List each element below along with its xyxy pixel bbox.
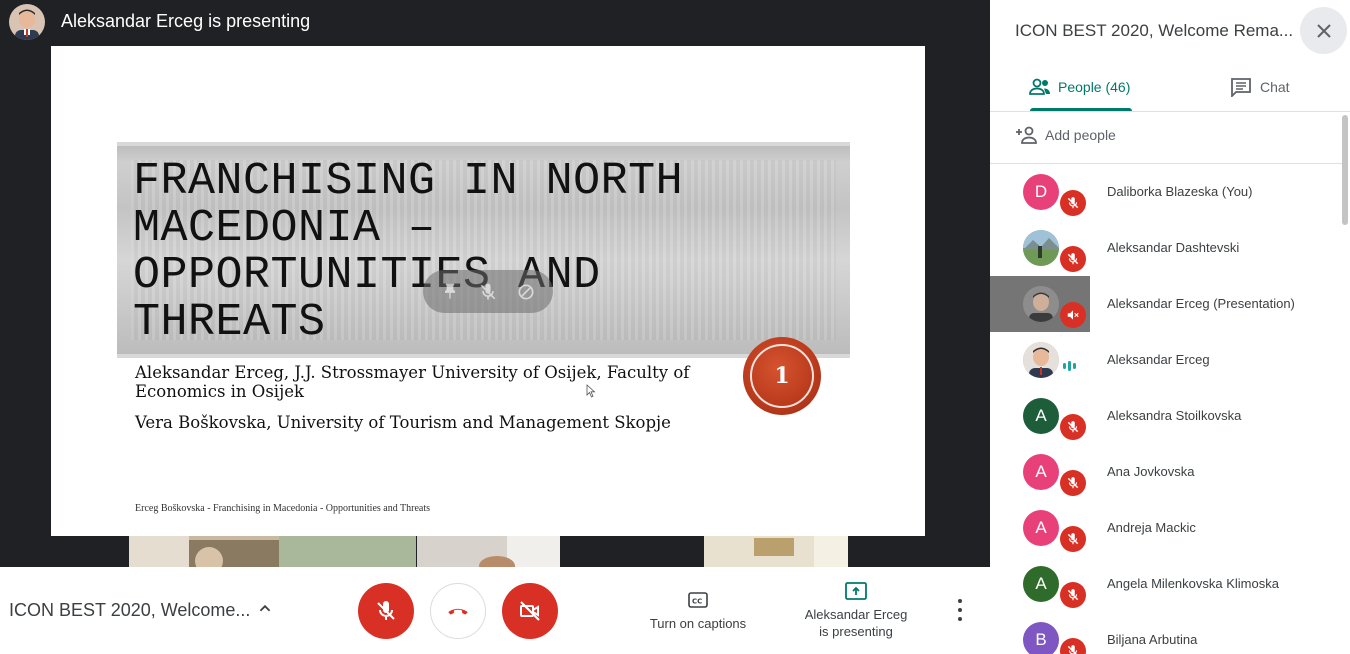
participant-name: Biljana Arbutina (1107, 632, 1198, 647)
mic-muted-icon (1060, 190, 1086, 216)
slide-title-line-1: FRANCHISING IN NORTH (133, 156, 684, 207)
add-people-label: Add people (1045, 127, 1116, 143)
participant-row[interactable]: D Daliborka Blazeska (You) (990, 164, 1342, 220)
audio-muted-icon (1060, 302, 1086, 328)
participant-name: Aleksandar Erceg (1107, 352, 1210, 367)
panel-scrollbar[interactable] (1342, 115, 1348, 225)
presenting-label-line-1: Aleksandar Erceg (804, 607, 908, 622)
avatar: A (1023, 566, 1059, 602)
people-icon (1029, 78, 1050, 95)
captions-label: Turn on captions (649, 616, 747, 631)
slide-footer: Erceg Boškovska - Franchising in Macedon… (135, 503, 431, 514)
avatar: B (1023, 622, 1059, 654)
avatar: D (1023, 174, 1059, 210)
pin-icon[interactable] (439, 281, 461, 303)
active-tab-indicator (1030, 108, 1132, 111)
participant-name: Andreja Mackic (1107, 520, 1196, 535)
presentation-stage: Aleksandar Erceg is presenting FRANCHISI… (0, 0, 990, 567)
presentation-button[interactable]: Aleksandar Erceg is presenting (796, 582, 916, 640)
participant-thumbnail[interactable] (704, 536, 848, 567)
more-options-button[interactable] (950, 597, 970, 623)
leave-call-button[interactable] (430, 583, 486, 639)
participant-name: Ana Jovkovska (1107, 464, 1195, 479)
slide-page-seal: 1 (743, 337, 821, 415)
slide-page-number: 1 (774, 363, 790, 389)
avatar (1023, 342, 1059, 378)
mic-muted-icon (1060, 582, 1086, 608)
camera-toggle-button[interactable] (502, 583, 558, 639)
presenter-bar: Aleksandar Erceg is presenting (0, 0, 990, 46)
participant-thumbnail[interactable] (417, 536, 560, 567)
participant-name: Angela Milenkovska Klimoska (1107, 576, 1279, 591)
presentation-overlay-controls (423, 270, 553, 313)
tab-people[interactable]: People (46) (1028, 62, 1130, 112)
present-screen-icon (845, 582, 867, 600)
mic-muted-icon (1060, 246, 1086, 272)
avatar (1023, 230, 1059, 266)
people-list: D Daliborka Blazeska (You) Aleksandar Dash… (990, 164, 1342, 654)
close-panel-button[interactable] (1300, 7, 1347, 54)
mute-participant-icon[interactable] (477, 281, 499, 303)
hang-up-icon (448, 608, 468, 615)
slide-title-line-4: THREATS (133, 297, 326, 348)
call-controls-bar: ICON BEST 2020, Welcome... CC Turn on ca… (0, 567, 990, 654)
camera-off-icon (520, 601, 540, 621)
avatar: A (1023, 510, 1059, 546)
participant-name: Aleksandar Dashtevski (1107, 240, 1240, 255)
avatar: A (1023, 454, 1059, 490)
participant-name: Aleksandra Stoilkovska (1107, 408, 1242, 423)
participant-name: Daliborka Blazeska (You) (1107, 184, 1253, 199)
slide-author-line-3: Vera Boškovska, University of Tourism an… (135, 413, 671, 432)
panel-title: ICON BEST 2020, Welcome Rema... (1015, 21, 1294, 40)
chevron-up-icon[interactable] (254, 597, 276, 619)
add-people-button[interactable]: Add people (1015, 125, 1116, 145)
mic-off-icon (377, 601, 395, 620)
captions-button[interactable]: CC Turn on captions (640, 591, 756, 632)
avatar (1023, 286, 1059, 322)
tab-people-label: People (46) (1058, 79, 1131, 95)
participant-row[interactable]: A Angela Milenkovska Klimoska (990, 556, 1342, 612)
mic-muted-icon (1060, 470, 1086, 496)
participant-row[interactable]: Aleksandar Dashtevski (990, 220, 1342, 276)
meeting-title[interactable]: ICON BEST 2020, Welcome... (9, 600, 250, 621)
microphone-toggle-button[interactable] (358, 583, 414, 639)
slide-author-line-2: Economics in Osijek (135, 382, 304, 401)
participant-row[interactable]: A Aleksandra Stoilkovska (990, 388, 1342, 444)
remove-participant-icon[interactable] (515, 281, 537, 303)
svg-text:CC: CC (692, 598, 702, 606)
slide-author-line-1: Aleksandar Erceg, J.J. Strossmayer Unive… (135, 363, 690, 382)
slide-title-line-2: MACEDONIA – (133, 203, 436, 254)
presenting-label-line-2: is presenting (819, 624, 893, 639)
add-person-icon (1016, 126, 1037, 144)
participant-row[interactable]: A Andreja Mackic (990, 500, 1342, 556)
mouse-cursor-icon (586, 384, 596, 398)
participant-thumbnail[interactable] (129, 536, 416, 567)
mic-muted-icon (1060, 526, 1086, 552)
panel-tabs: People (46) Chat (990, 62, 1350, 112)
presenter-banner: Aleksandar Erceg is presenting (61, 11, 311, 31)
mic-muted-icon (1060, 414, 1086, 440)
participant-name: Aleksandar Erceg (Presentation) (1107, 296, 1295, 311)
avatar: A (1023, 398, 1059, 434)
participant-row[interactable]: Aleksandar Erceg (Presentation) (990, 276, 1342, 332)
tab-chat[interactable]: Chat (1230, 62, 1290, 112)
closed-captions-icon: CC (688, 592, 708, 608)
tab-chat-label: Chat (1260, 79, 1290, 95)
more-options-icon (958, 599, 962, 604)
speaking-indicator-icon (1063, 361, 1076, 371)
chat-icon (1231, 78, 1251, 97)
close-icon (1316, 23, 1331, 38)
people-panel: ICON BEST 2020, Welcome Rema... People (… (990, 0, 1350, 654)
mic-muted-icon (1060, 638, 1086, 654)
presenter-avatar (9, 4, 45, 40)
participant-row[interactable]: B Biljana Arbutina (990, 612, 1342, 654)
participant-row[interactable]: Aleksandar Erceg (990, 332, 1342, 388)
participant-row[interactable]: A Ana Jovkovska (990, 444, 1342, 500)
